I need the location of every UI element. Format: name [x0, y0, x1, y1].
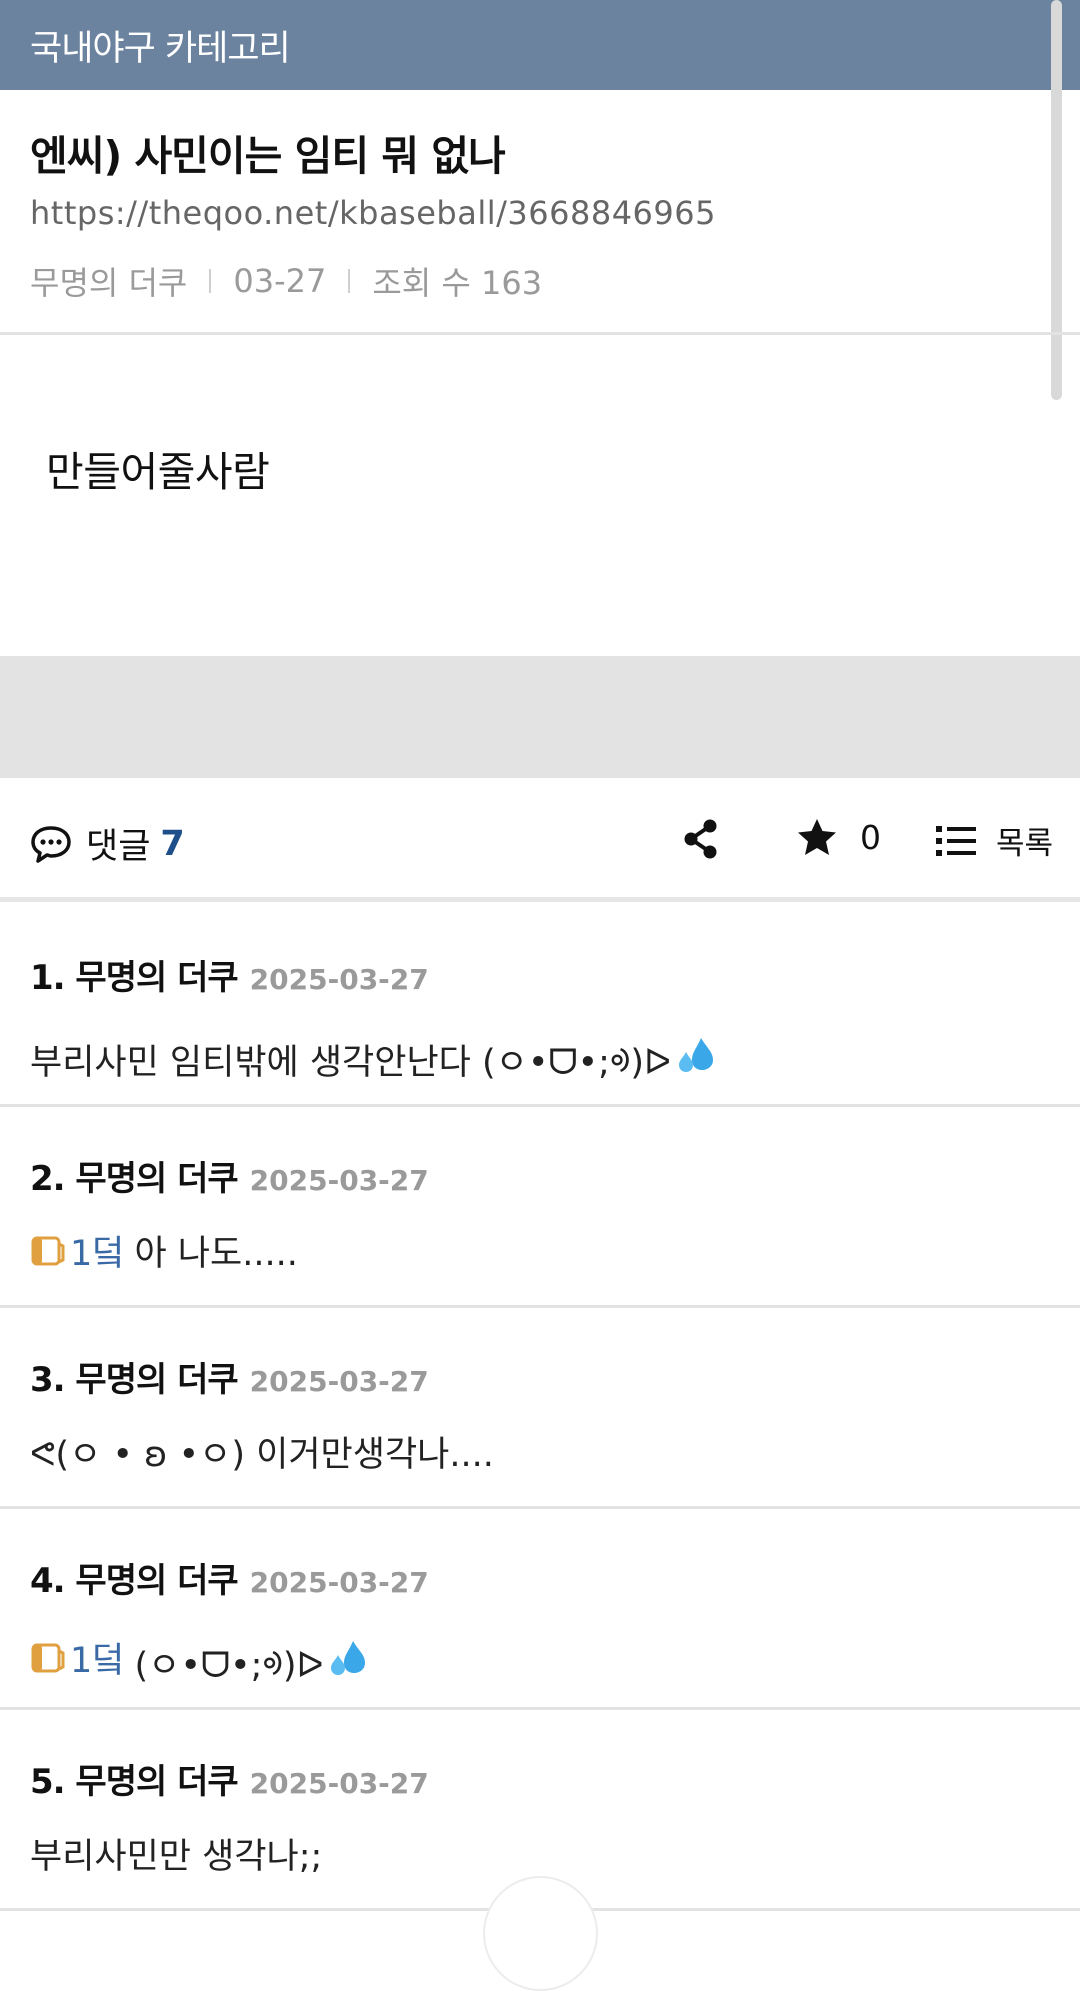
- comment-item[interactable]: 1. 무명의 더쿠 2025-03-27 부리사민 임티밖에 생각안난다 (ㅇ•…: [0, 906, 1080, 1107]
- post-title: 엔씨) 사민이는 임티 뭐 없나: [30, 132, 506, 180]
- star-count: 0: [860, 817, 881, 857]
- comment-text: (ㅇ•ᗜ•;ᢀ)ᐅ: [134, 1646, 324, 1686]
- meta-divider: [348, 269, 351, 293]
- comment-body: 1덬 아 나도.....: [30, 1225, 298, 1276]
- post-action-bar: 댓글 7 0 목록: [0, 778, 1080, 902]
- post-url[interactable]: https://theqoo.net/kbaseball/3668846965: [30, 194, 716, 232]
- comment-date: 2025-03-27: [249, 1767, 429, 1800]
- comment-date: 2025-03-27: [249, 1365, 429, 1398]
- comment-count-button[interactable]: 댓글 7: [30, 818, 185, 869]
- comment-text: 부리사민만 생각나;;: [30, 1837, 323, 1877]
- sweat-droplets-icon: [678, 1037, 713, 1072]
- reply-target: 1덬: [70, 1234, 125, 1274]
- floating-button[interactable]: [483, 1876, 598, 1991]
- share-button[interactable]: [682, 818, 720, 864]
- category-header[interactable]: 국내야구 카테고리: [0, 0, 1080, 90]
- reply-reference[interactable]: 1덬: [30, 1225, 124, 1276]
- section-divider: [0, 656, 1080, 778]
- reply-reference[interactable]: 1덬: [30, 1632, 124, 1683]
- comment-item[interactable]: 3. 무명의 더쿠 2025-03-27 ᕙ(ㅇ • ʚ •ㅇ) 이거만생각나.…: [0, 1308, 1080, 1509]
- reply-book-icon: [31, 1643, 65, 1672]
- post-meta: 무명의 더쿠 03-27 조회 수 163: [30, 258, 542, 304]
- comment-text: 부리사민 임티밖에 생각안난다 (ㅇ•ᗜ•;ᢀ)ᐅ: [30, 1043, 671, 1083]
- post-date: 03-27: [233, 262, 327, 300]
- comment-date: 2025-03-27: [249, 1566, 429, 1599]
- comment-item[interactable]: 4. 무명의 더쿠 2025-03-27 1덬 (ㅇ•ᗜ•;ᢀ)ᐅ: [0, 1509, 1080, 1710]
- meta-divider: [209, 269, 212, 293]
- list-button[interactable]: 목록: [936, 818, 1053, 863]
- comment-text: 아 나도.....: [134, 1234, 298, 1274]
- comment-author: 4. 무명의 더쿠: [30, 1561, 239, 1601]
- comment-item[interactable]: 2. 무명의 더쿠 2025-03-27 1덬 아 나도.....: [0, 1107, 1080, 1308]
- post-body-text: 만들어줄사람: [46, 448, 270, 496]
- comment-head: 2. 무명의 더쿠 2025-03-27: [30, 1151, 429, 1200]
- comment-body: ᕙ(ㅇ • ʚ •ㅇ) 이거만생각나....: [30, 1426, 494, 1477]
- list-icon: [936, 825, 976, 856]
- category-title: 국내야구 카테고리: [30, 28, 291, 69]
- list-label: 목록: [996, 826, 1054, 862]
- speech-bubble-icon: [31, 825, 71, 863]
- comment-author: 5. 무명의 더쿠: [30, 1762, 239, 1802]
- comment-date: 2025-03-27: [249, 963, 429, 996]
- sweat-droplets-icon: [331, 1640, 366, 1675]
- reply-book-icon: [31, 1236, 65, 1265]
- comment-author: 1. 무명의 더쿠: [30, 958, 239, 998]
- reply-target: 1덬: [70, 1641, 125, 1681]
- comment-date: 2025-03-27: [249, 1164, 429, 1197]
- star-icon: [798, 819, 836, 855]
- comment-author: 3. 무명의 더쿠: [30, 1360, 239, 1400]
- comment-label: 댓글: [86, 827, 151, 867]
- post-header: 엔씨) 사민이는 임티 뭐 없나 https://theqoo.net/kbas…: [0, 90, 1080, 335]
- comment-head: 5. 무명의 더쿠 2025-03-27: [30, 1754, 429, 1803]
- comment-count: 7: [160, 823, 185, 864]
- comment-body: 부리사민만 생각나;;: [30, 1828, 322, 1879]
- comment-head: 1. 무명의 더쿠 2025-03-27: [30, 950, 429, 999]
- comment-head: 4. 무명의 더쿠 2025-03-27: [30, 1553, 429, 1602]
- bookmark-button[interactable]: 0: [796, 817, 881, 857]
- comment-text: ᕙ(ㅇ • ʚ •ㅇ) 이거만생각나....: [30, 1435, 494, 1475]
- post-views: 조회 수 163: [372, 264, 543, 302]
- post-body: 만들어줄사람: [0, 338, 1080, 656]
- comment-body: 1덬 (ㅇ•ᗜ•;ᢀ)ᐅ: [30, 1627, 369, 1688]
- comment-head: 3. 무명의 더쿠 2025-03-27: [30, 1352, 429, 1401]
- post-author: 무명의 더쿠: [30, 264, 188, 302]
- share-icon: [684, 819, 717, 859]
- comment-author: 2. 무명의 더쿠: [30, 1159, 239, 1199]
- comment-body: 부리사민 임티밖에 생각안난다 (ㅇ•ᗜ•;ᢀ)ᐅ: [30, 1024, 717, 1085]
